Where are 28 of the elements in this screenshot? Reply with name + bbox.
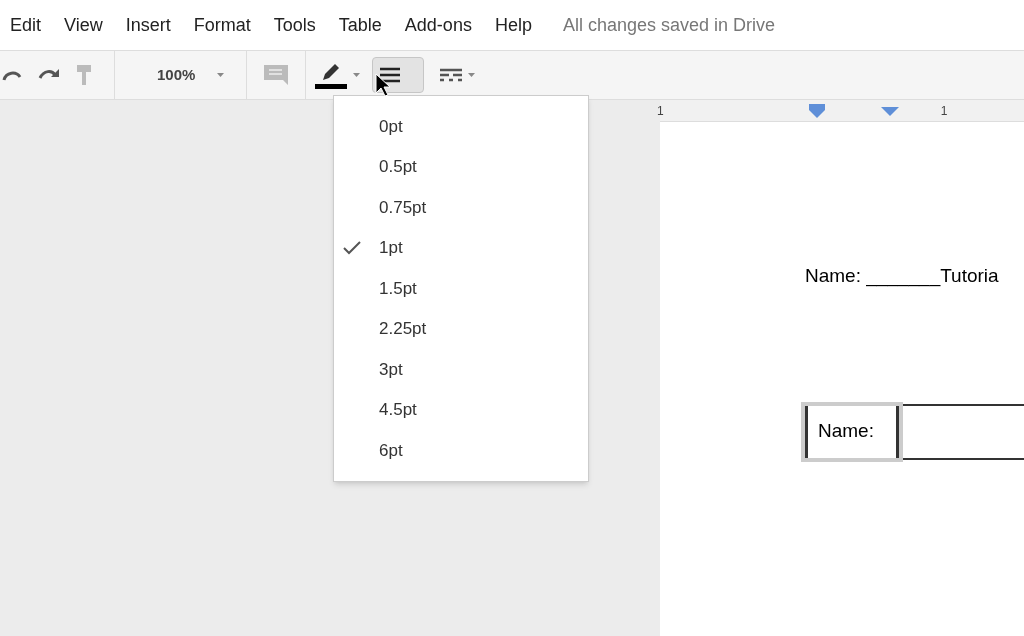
menu-option[interactable]: 2.25pt [334, 308, 588, 349]
menu-option[interactable]: 3pt [334, 349, 588, 390]
menu-item[interactable]: Add-ons [404, 11, 472, 39]
tab-marker-icon[interactable] [880, 104, 899, 117]
menu-item[interactable]: Insert [125, 11, 171, 39]
menu-option[interactable]: 1pt [334, 227, 588, 268]
menu-option[interactable]: 0.75pt [334, 187, 588, 228]
border-weight-icon [380, 67, 401, 83]
menu-item[interactable]: Tools [273, 11, 316, 39]
ruler: 1 1 [660, 100, 1024, 122]
menu-option[interactable]: 0pt [334, 106, 588, 147]
menu-option[interactable]: 6pt [334, 430, 588, 471]
document-text: Name: _______Tutoria [805, 264, 1000, 289]
menu-item[interactable]: Help [494, 11, 532, 39]
menu-item[interactable]: Format [193, 11, 251, 39]
menu-option[interactable]: 0.5pt [334, 146, 588, 187]
menu-item[interactable]: Table [338, 11, 382, 39]
zoom-caret-icon [217, 73, 225, 77]
menu-item[interactable]: View [64, 11, 103, 39]
menu-item[interactable]: Edit [10, 11, 42, 39]
menu-option[interactable]: 1.5pt [334, 268, 588, 309]
indent-marker-icon[interactable] [808, 103, 825, 118]
zoom-select[interactable]: 100% [137, 63, 196, 87]
save-status: All changes saved in Drive [562, 13, 776, 37]
caret-icon [353, 73, 361, 77]
caret-icon [468, 73, 476, 77]
border-dash-icon[interactable] [440, 68, 463, 82]
menu-option[interactable]: 4.5pt [334, 389, 588, 430]
